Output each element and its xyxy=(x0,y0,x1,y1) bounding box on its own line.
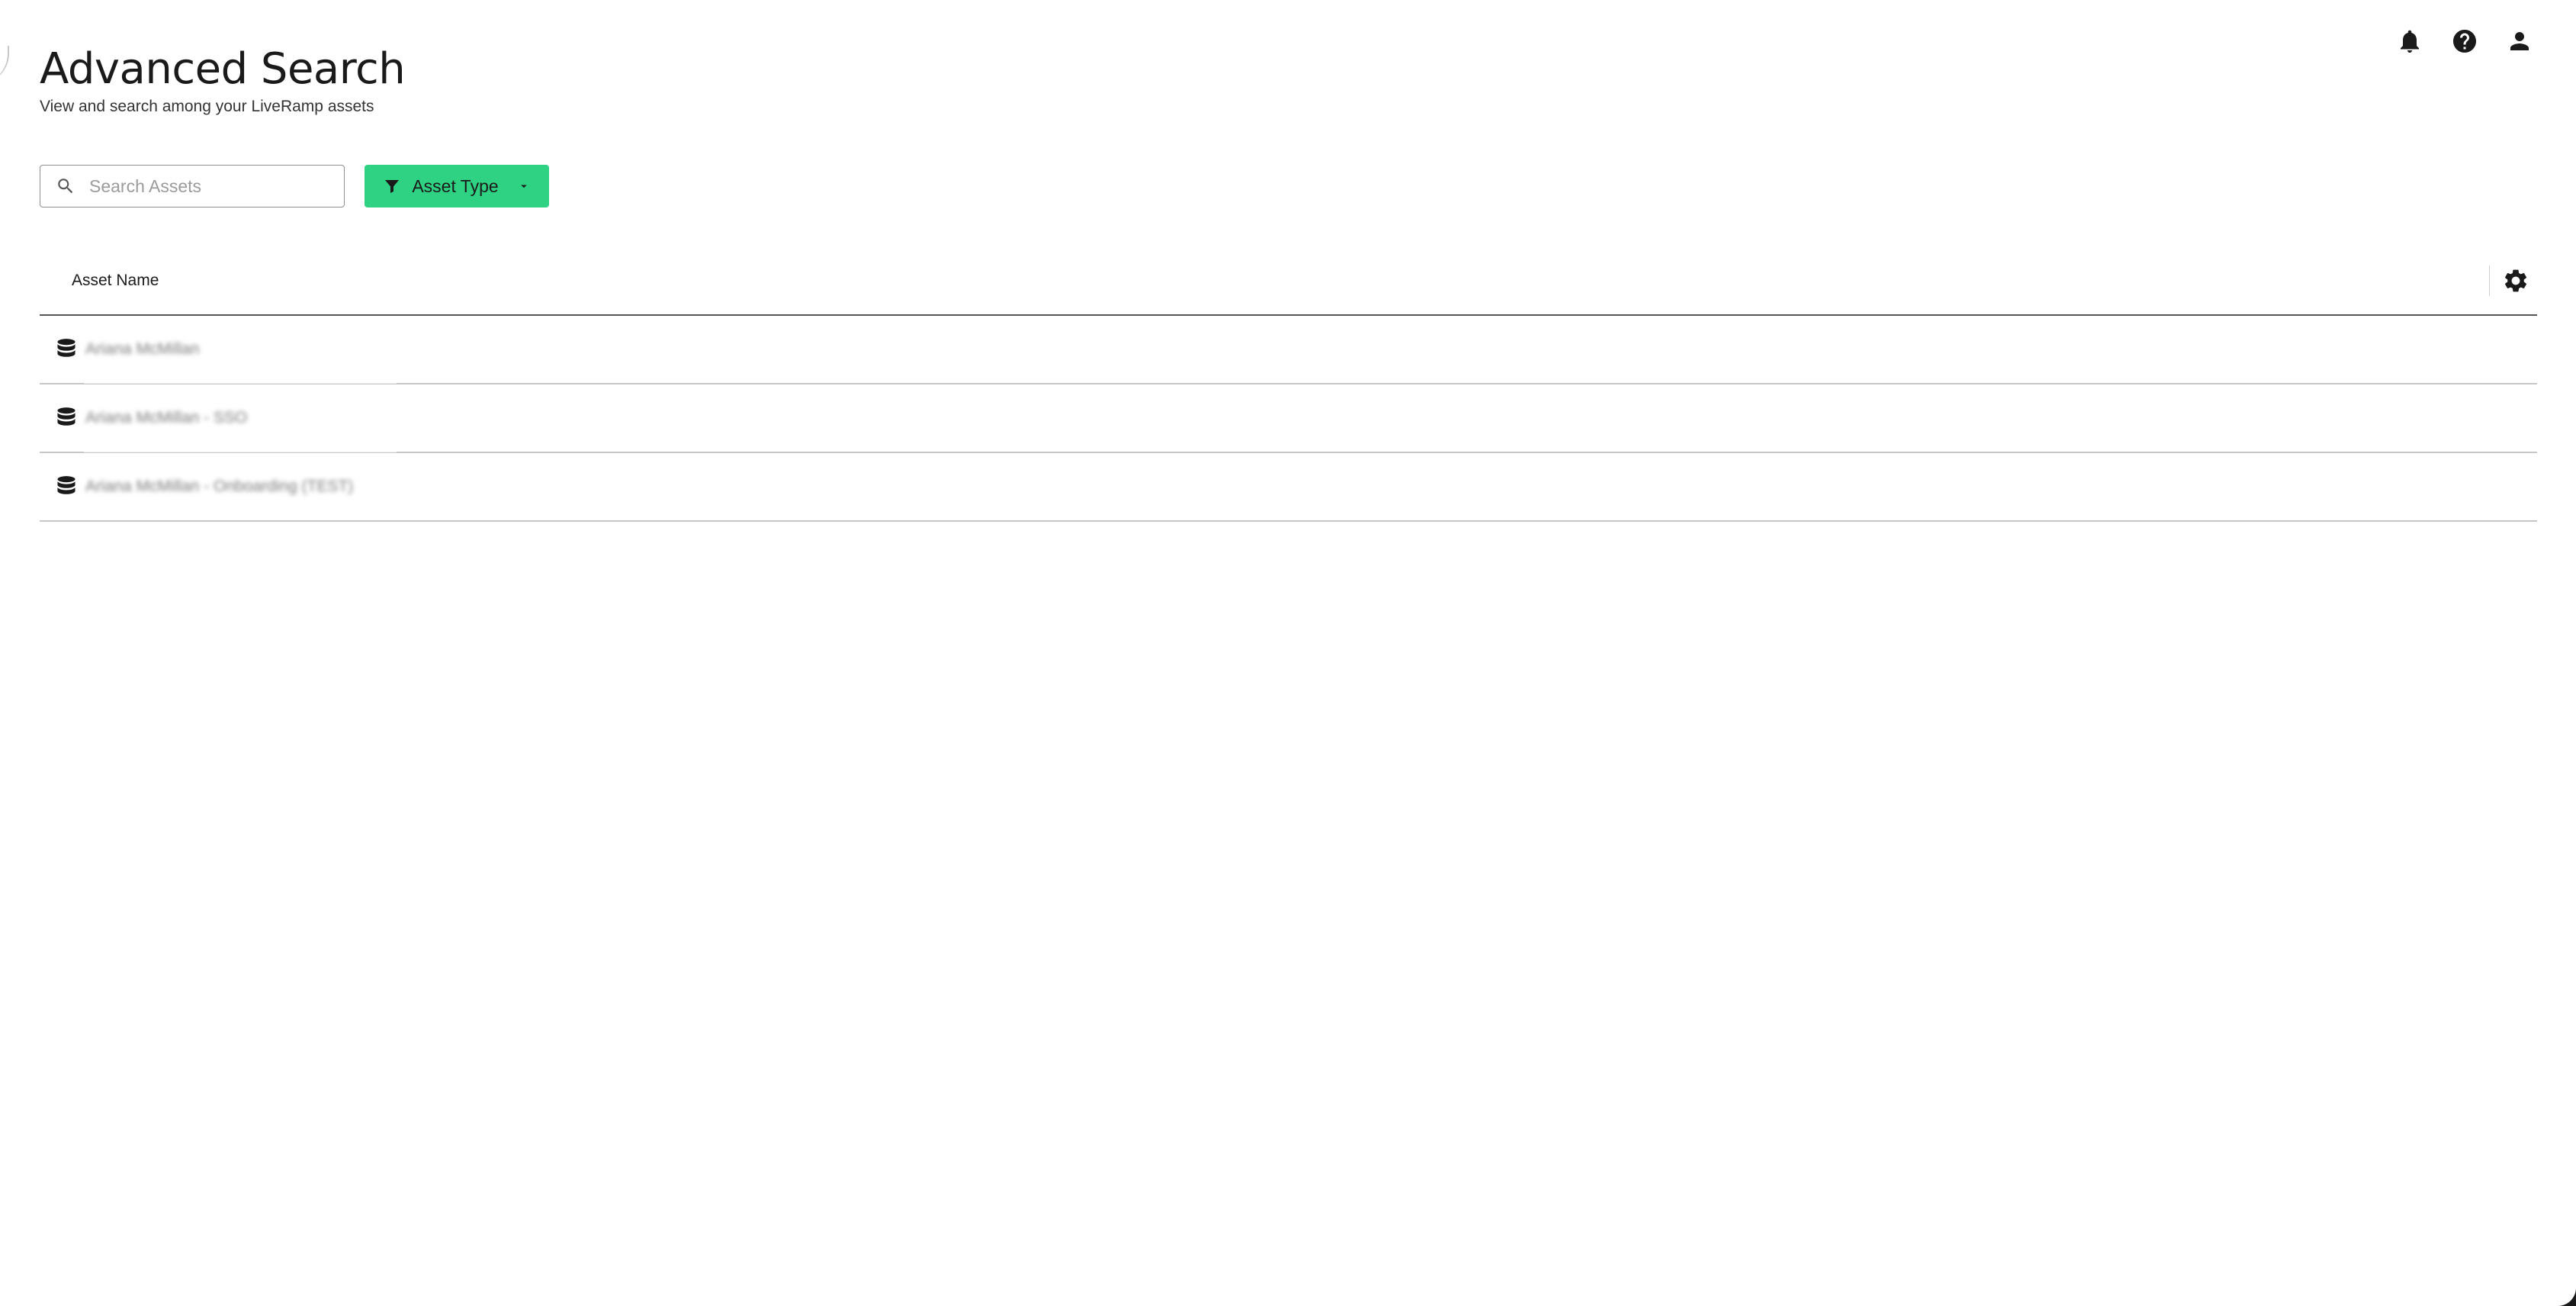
advanced-search-page: Advanced Search View and search among yo… xyxy=(0,0,2576,1306)
window-corner-decoration xyxy=(0,46,9,84)
search-icon xyxy=(58,179,73,194)
database-icon xyxy=(55,407,78,429)
search-box xyxy=(40,165,345,207)
asset-name: Ariana McMillan - Onboarding (TEST) xyxy=(85,478,354,495)
top-icon-bar xyxy=(2396,27,2533,55)
row-highlight-divider xyxy=(84,383,397,384)
table-row[interactable]: Ariana McMillan - SSO xyxy=(40,384,2537,453)
caret-down-icon xyxy=(520,185,527,188)
page-header: Advanced Search View and search among yo… xyxy=(40,43,406,116)
table-header: Asset Name xyxy=(40,247,2537,316)
filter-icon xyxy=(385,180,400,193)
window-corner-bottom-right xyxy=(2558,1288,2576,1306)
search-toolbar: Asset Type xyxy=(40,165,549,207)
page-title: Advanced Search xyxy=(40,44,406,94)
asset-type-filter-label: Asset Type xyxy=(412,175,499,196)
asset-name: Ariana McMillan xyxy=(85,340,200,358)
assets-table: Asset Name Ariana McMillan Ariana McMill… xyxy=(40,247,2537,522)
header-divider xyxy=(2489,265,2490,296)
asset-type-filter-button[interactable]: Asset Type xyxy=(365,165,549,207)
help-icon[interactable] xyxy=(2451,27,2478,55)
column-header-asset-name[interactable]: Asset Name xyxy=(72,272,159,290)
user-icon[interactable] xyxy=(2506,27,2533,55)
table-row[interactable]: Ariana McMillan xyxy=(40,316,2537,384)
gear-icon[interactable] xyxy=(2502,267,2529,294)
database-icon xyxy=(55,475,78,498)
page-subtitle: View and search among your LiveRamp asse… xyxy=(40,98,374,115)
search-input[interactable] xyxy=(88,175,329,198)
database-icon xyxy=(55,338,78,361)
asset-name: Ariana McMillan - SSO xyxy=(85,409,248,426)
bell-icon[interactable] xyxy=(2396,27,2423,55)
table-row[interactable]: Ariana McMillan - Onboarding (TEST) xyxy=(40,453,2537,522)
